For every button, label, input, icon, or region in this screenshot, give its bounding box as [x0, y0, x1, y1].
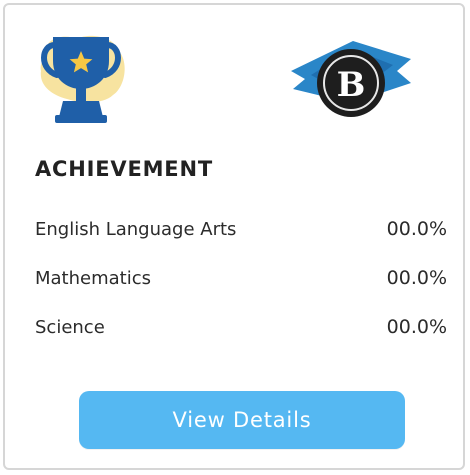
achievement-card: B ACHIEVEMENT English Language Arts 00.0… — [3, 3, 465, 470]
subject-score: 00.0% — [386, 267, 447, 289]
view-details-button[interactable]: View Details — [79, 391, 405, 449]
score-row-ela: English Language Arts 00.0% — [35, 215, 447, 243]
badge-letter: B — [337, 65, 366, 105]
ribbon-badge-icon: B — [291, 41, 411, 117]
subject-score: 00.0% — [386, 218, 447, 240]
trophy-icon — [40, 35, 125, 123]
score-row-mathematics: Mathematics 00.0% — [35, 264, 447, 292]
card-title: ACHIEVEMENT — [35, 157, 213, 181]
subject-label: Mathematics — [35, 267, 151, 289]
subject-label: Science — [35, 316, 105, 338]
subject-label: English Language Arts — [35, 218, 237, 240]
subject-score: 00.0% — [386, 316, 447, 338]
score-row-science: Science 00.0% — [35, 313, 447, 341]
